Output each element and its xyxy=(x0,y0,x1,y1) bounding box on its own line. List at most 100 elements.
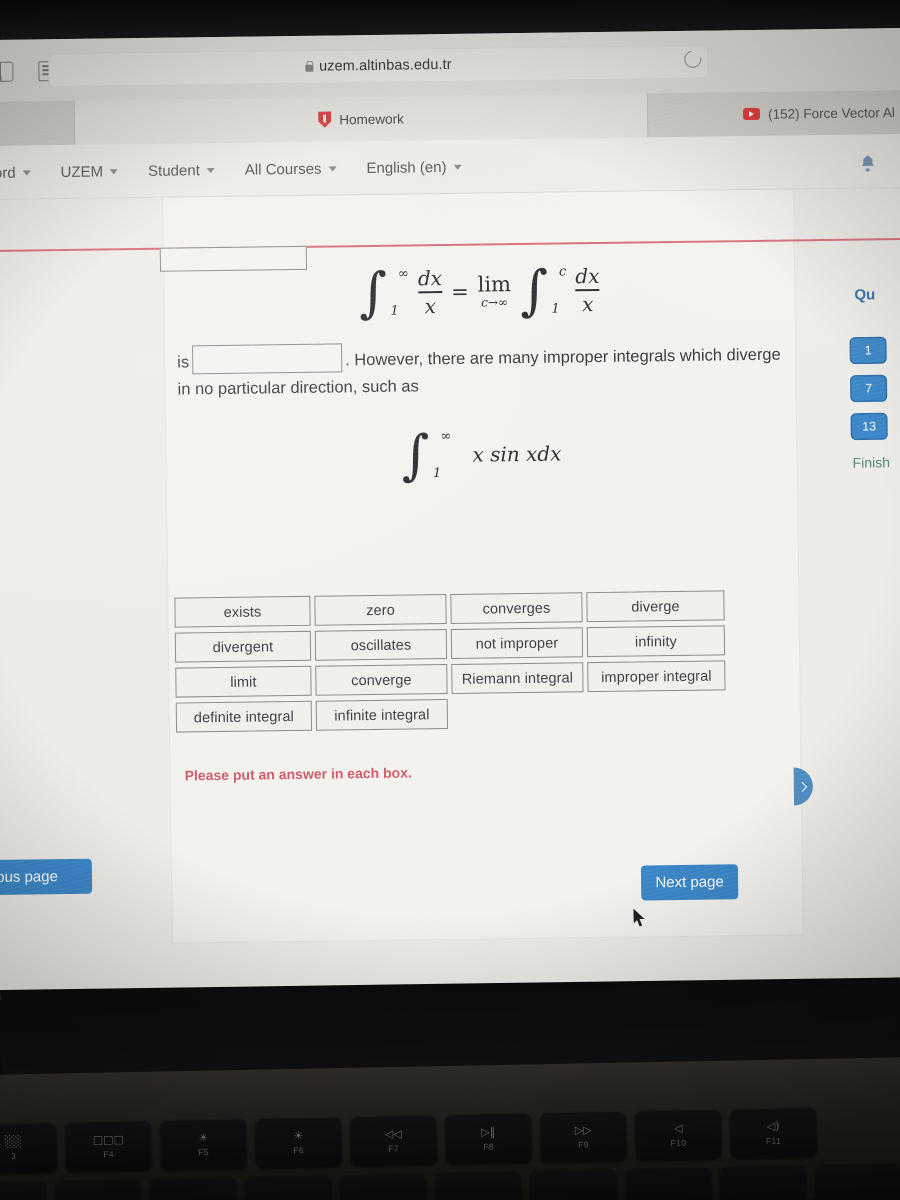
key-number[interactable] xyxy=(244,1175,332,1200)
nav-item-all-courses-label: All Courses xyxy=(244,160,322,179)
limit-label: lim xyxy=(477,272,512,297)
laptop-screen: uzem.altinbas.edu.tr Homework (152) Forc… xyxy=(0,27,900,1000)
answer-option-limit[interactable]: limit xyxy=(175,665,312,698)
key-number[interactable] xyxy=(0,1181,47,1200)
mute-icon: ◁ xyxy=(673,1121,683,1135)
key-f3-label: 3 xyxy=(10,1150,17,1161)
quiz-nav-question-1[interactable]: 1 xyxy=(850,338,886,363)
quiz-navigation-rail: Qu 1 7 13 Finish xyxy=(831,188,900,989)
sentence-prefix: is xyxy=(177,353,190,372)
key-f11[interactable]: ◁) F11 xyxy=(729,1107,817,1159)
next-page-button[interactable]: Next page xyxy=(640,864,739,901)
integral-limits: ∞ 1 xyxy=(390,266,410,318)
tab-homework-label: Homework xyxy=(339,111,404,127)
answer-options-row: divergent oscillates not improper infini… xyxy=(174,624,795,663)
fraction-denominator-2: x xyxy=(581,291,594,316)
answer-options-row: definite integral infinite integral xyxy=(175,694,796,733)
nav-item-language[interactable]: English (en) xyxy=(366,158,462,177)
key-number[interactable] xyxy=(339,1173,427,1200)
youtube-icon xyxy=(742,107,761,121)
play-pause-icon: ▷‖ xyxy=(481,1124,496,1139)
answer-option-infinity[interactable]: infinity xyxy=(586,625,726,658)
question-card: ∫ ∞ 1 dx x = lim c→∞ ∫ c 1 dx x is . How… xyxy=(0,189,900,943)
key-number[interactable] xyxy=(434,1171,522,1200)
key-number[interactable] xyxy=(814,1163,900,1200)
integrand-expression: x sin xdx xyxy=(472,441,562,467)
nav-item-language-label: English (en) xyxy=(366,158,447,177)
answer-option-divergent[interactable]: divergent xyxy=(174,630,312,663)
answer-option-zero[interactable]: zero xyxy=(314,594,447,626)
answer-options: exists zero converges diverge divergent … xyxy=(174,589,796,737)
answer-option-converges[interactable]: converges xyxy=(450,592,583,624)
nav-item-student[interactable]: Student xyxy=(148,162,215,179)
previous-page-button[interactable]: revious page xyxy=(0,858,93,897)
formula-bottom: ∫ ∞ 1 x sin xdx xyxy=(166,423,797,488)
key-number[interactable] xyxy=(719,1165,807,1200)
key-f6[interactable]: ☀ F6 xyxy=(254,1116,342,1169)
key-number[interactable] xyxy=(624,1167,712,1200)
integral-lower-limit-2: 1 xyxy=(551,301,560,317)
nav-item-uzem[interactable]: UZEM xyxy=(60,162,119,181)
answer-option-not-improper[interactable]: not improper xyxy=(450,627,584,659)
integral-lower-limit-3: 1 xyxy=(432,466,442,482)
answer-option-oscillates[interactable]: oscillates xyxy=(314,629,448,661)
key-f4[interactable]: □□□ F4 xyxy=(64,1120,152,1173)
notification-bell-icon[interactable] xyxy=(862,155,874,168)
key-f7-label: F7 xyxy=(388,1142,400,1154)
key-f3[interactable]: ░░ 3 xyxy=(0,1122,57,1174)
key-f5[interactable]: ☀ F5 xyxy=(159,1118,247,1171)
nav-item-uzem-label: UZEM xyxy=(60,162,104,181)
finish-attempt-link[interactable]: Finish xyxy=(853,454,891,470)
integral-symbol-2: ∫ xyxy=(519,259,549,323)
keyboard-brightness-down-icon: ☀ xyxy=(198,1130,209,1144)
tab-youtube[interactable]: (152) Force Vector Al xyxy=(646,89,900,138)
key-f10-label: F10 xyxy=(670,1137,687,1148)
integral-symbol: ∫ xyxy=(358,261,388,325)
fast-forward-icon: ▷▷ xyxy=(574,1123,592,1137)
quiz-nav-title: Qu xyxy=(854,286,876,304)
key-f9[interactable]: ▷▷ F9 xyxy=(539,1110,627,1163)
answer-option-definite-integral[interactable]: definite integral xyxy=(175,700,313,733)
nav-item-all-courses[interactable]: All Courses xyxy=(245,160,337,178)
tab-partial[interactable] xyxy=(0,100,76,147)
key-f4-label: F4 xyxy=(103,1148,115,1159)
nav-item-password[interactable]: Password xyxy=(0,164,31,182)
integral-upper-limit: ∞ xyxy=(397,266,409,282)
key-number[interactable] xyxy=(54,1179,142,1200)
limit-operator: lim c→∞ xyxy=(477,272,512,309)
quiz-nav-question-13[interactable]: 13 xyxy=(851,414,887,439)
key-f7[interactable]: ◁◁ F7 xyxy=(349,1114,437,1167)
keyboard-brightness-up-icon: ☀ xyxy=(293,1128,304,1143)
integral-upper-limit-3: ∞ xyxy=(440,428,452,445)
answer-option-riemann-integral[interactable]: Riemann integral xyxy=(451,662,584,694)
tab-homework[interactable]: Homework xyxy=(74,93,648,145)
moodle-shield-icon xyxy=(318,111,331,127)
equals-sign: = xyxy=(450,279,469,304)
answer-option-converge[interactable]: converge xyxy=(315,664,448,696)
answer-option-diverge[interactable]: diverge xyxy=(586,590,725,623)
key-f8[interactable]: ▷‖ F8 xyxy=(444,1112,532,1165)
sidebar-toggle-icon[interactable] xyxy=(0,61,14,82)
answer-option-improper-integral[interactable]: improper integral xyxy=(587,660,726,693)
answer-option-exists[interactable]: exists xyxy=(174,595,311,628)
volume-down-icon: ◁) xyxy=(766,1119,780,1133)
lock-icon xyxy=(305,64,314,72)
error-rule-divider xyxy=(0,235,900,253)
answer-dropbox[interactable] xyxy=(191,343,343,375)
integral-symbol-3: ∫ xyxy=(401,423,431,488)
integral-upper-limit-2: c xyxy=(558,264,567,280)
chevron-right-icon[interactable] xyxy=(793,767,814,806)
key-f11-label: F11 xyxy=(765,1135,782,1146)
fraction-numerator-2: dx xyxy=(575,263,600,289)
navbar-right: F xyxy=(862,134,900,189)
chevron-down-icon xyxy=(22,169,31,176)
address-bar[interactable]: uzem.altinbas.edu.tr xyxy=(48,44,709,88)
quiz-nav-question-7[interactable]: 7 xyxy=(851,376,886,401)
key-number[interactable] xyxy=(529,1169,617,1200)
key-f5-label: F5 xyxy=(198,1146,210,1157)
key-f10[interactable]: ◁ F10 xyxy=(634,1108,722,1161)
key-number[interactable] xyxy=(149,1177,237,1200)
tab-youtube-label: (152) Force Vector Al xyxy=(767,104,895,122)
url-label: uzem.altinbas.edu.tr xyxy=(318,56,452,75)
answer-option-infinite-integral[interactable]: infinite integral xyxy=(315,699,449,731)
